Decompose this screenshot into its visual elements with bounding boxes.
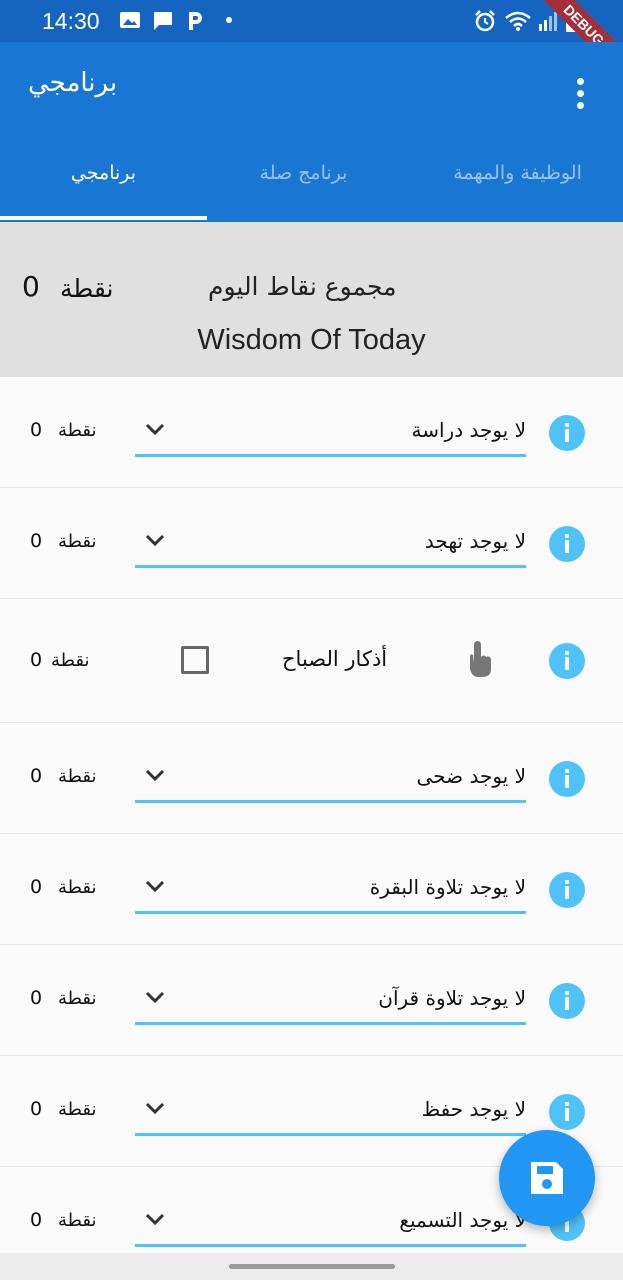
dropdown-value: لا يوجد دراسة [411, 418, 526, 442]
home-indicator[interactable] [229, 1264, 395, 1269]
page-title: برنامجي [28, 68, 118, 98]
list-item: لا يوجد ضحى 0 نقطة [0, 723, 623, 834]
dropdown-quran[interactable]: لا يوجد تلاوة قرآن [135, 980, 526, 1025]
chevron-down-icon [145, 769, 165, 782]
total-points-label: نقطة [60, 274, 114, 303]
row-points-value: 0 [30, 419, 43, 441]
app-bar: برنامجي الوظيفة والمهمة برنامج صلة برنام… [0, 42, 623, 222]
list-item: لا يوجد تلاوة قرآن 0 نقطة [0, 945, 623, 1056]
status-time: 14:30 [42, 8, 100, 34]
daily-summary: 0 نقطة مجموع نقاط اليوم Wisdom Of Today [0, 222, 623, 377]
info-icon[interactable] [549, 983, 585, 1019]
p-app-icon [189, 12, 202, 30]
chat-icon [154, 12, 172, 30]
tab-indicator [0, 216, 207, 220]
total-points-title: مجموع نقاط اليوم [208, 272, 397, 301]
chevron-down-icon [145, 880, 165, 893]
dropdown-value: لا يوجد تلاوة قرآن [378, 986, 526, 1010]
status-bar: 14:30 DEBUG [0, 0, 623, 86]
system-nav-bar [0, 1253, 623, 1280]
alarm-icon [475, 10, 495, 32]
tab-job-task[interactable]: الوظيفة والمهمة [414, 162, 621, 184]
gallery-icon [120, 12, 140, 28]
dropdown-value: لا يوجد تهجد [424, 529, 526, 553]
info-icon[interactable] [549, 872, 585, 908]
info-icon[interactable] [549, 526, 585, 562]
list-item: لا يوجد تهجد 0 نقطة [0, 488, 623, 599]
dropdown-duha[interactable]: لا يوجد ضحى [135, 758, 526, 803]
info-icon[interactable] [549, 643, 585, 679]
dot-icon [226, 17, 232, 23]
dropdown-recitation[interactable]: لا يوجد التسميع [135, 1202, 526, 1247]
dropdown-value: لا يوجد ضحى [416, 764, 526, 788]
chevron-down-icon [145, 1213, 165, 1226]
tab-sila-program[interactable]: برنامج صلة [200, 162, 407, 184]
chevron-down-icon [145, 1102, 165, 1115]
wifi-icon [505, 11, 531, 31]
row-points-value: 0 [30, 765, 43, 787]
row-points-value: 0 [30, 1098, 43, 1120]
chevron-down-icon [145, 991, 165, 1004]
dropdown-memorization[interactable]: لا يوجد حفظ [135, 1091, 526, 1136]
wisdom-of-today: Wisdom Of Today [197, 324, 426, 356]
total-points-value: 0 [22, 270, 40, 303]
touch-icon [470, 641, 491, 677]
dropdown-value: لا يوجد تلاوة البقرة [369, 875, 526, 899]
dropdown-value: لا يوجد حفظ [421, 1097, 526, 1121]
list-item: أذكار الصباح 0 نقطة [0, 599, 623, 723]
list-item: لا يوجد تلاوة البقرة 0 نقطة [0, 834, 623, 945]
row-points-label: نقطة [58, 531, 97, 552]
row-points-label: نقطة [58, 877, 97, 898]
chevron-down-icon [145, 534, 165, 547]
azkar-checkbox[interactable] [181, 646, 209, 674]
save-button[interactable] [499, 1130, 595, 1226]
row-points-label: نقطة [58, 1099, 97, 1120]
dropdown-baqarah[interactable]: لا يوجد تلاوة البقرة [135, 869, 526, 914]
row-points-value: 0 [30, 876, 43, 898]
info-icon[interactable] [549, 761, 585, 797]
azkar-label: أذكار الصباح [282, 647, 388, 671]
row-points-value: 0 [30, 1209, 43, 1231]
row-points-value: 0 [30, 649, 43, 671]
signal-icon [539, 12, 557, 31]
row-points-label: نقطة [58, 766, 97, 787]
row-points-label: نقطة [58, 420, 97, 441]
chevron-down-icon [145, 423, 165, 436]
tab-my-program[interactable]: برنامجي [0, 162, 207, 184]
dropdown-study[interactable]: لا يوجد دراسة [135, 412, 526, 457]
more-vert-icon[interactable] [572, 78, 588, 112]
info-icon[interactable] [549, 415, 585, 451]
row-points-label: نقطة [58, 988, 97, 1009]
dropdown-value: لا يوجد التسميع [399, 1208, 526, 1232]
row-points-value: 0 [30, 987, 43, 1009]
row-points-label: نقطة [51, 650, 90, 671]
save-icon [531, 1162, 563, 1194]
row-points-value: 0 [30, 530, 43, 552]
dropdown-tahajjud[interactable]: لا يوجد تهجد [135, 523, 526, 568]
info-icon[interactable] [549, 1094, 585, 1130]
row-points-label: نقطة [58, 1210, 97, 1231]
list-item: لا يوجد دراسة 0 نقطة [0, 377, 623, 488]
